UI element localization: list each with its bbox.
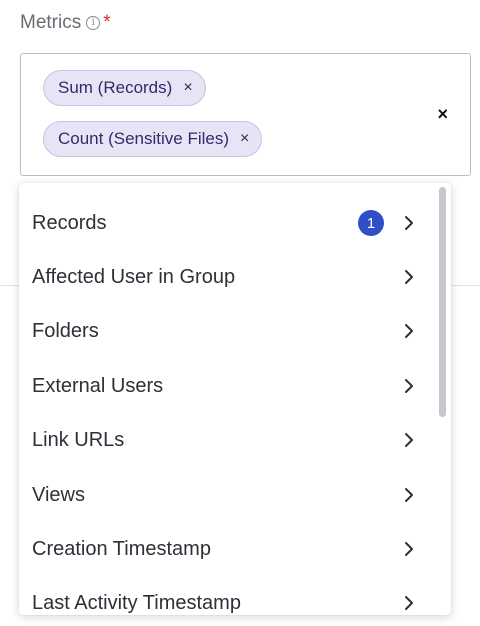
chip-remove-icon[interactable]: × <box>240 130 249 148</box>
chevron-right-icon <box>405 542 413 556</box>
dropdown-option-external-users[interactable]: External Users <box>19 359 434 413</box>
selected-count-badge: 1 <box>358 210 384 236</box>
field-label-text: Metrics <box>20 12 82 33</box>
chevron-right-icon <box>405 216 413 230</box>
chip-label: Count (Sensitive Files) <box>58 129 230 148</box>
required-asterisk: * <box>103 12 111 33</box>
metrics-field-label: Metrics i * <box>20 12 111 34</box>
option-label: Affected User in Group <box>32 265 236 288</box>
chevron-right-icon <box>405 433 413 447</box>
chevron-right-icon <box>405 270 413 284</box>
dropdown-option-views[interactable]: Views <box>19 468 434 522</box>
metrics-multiselect[interactable]: Sum (Records) × Count (Sensitive Files) … <box>20 53 471 176</box>
info-icon[interactable]: i <box>86 16 101 30</box>
metrics-dropdown-menu: Records 1 Affected User in Group Folders… <box>19 183 451 615</box>
selected-chip-count-sensitive-files: Count (Sensitive Files) × <box>43 121 263 157</box>
option-label: Records <box>32 211 107 234</box>
chevron-right-icon <box>405 488 413 502</box>
dropdown-option-folders[interactable]: Folders <box>19 304 434 358</box>
metrics-field-page: Metrics i * Sum (Records) × Count (Sensi… <box>0 0 480 626</box>
chevron-right-icon <box>405 379 413 393</box>
chip-remove-icon[interactable]: × <box>183 79 192 97</box>
dropdown-option-last-activity-timestamp[interactable]: Last Activity Timestamp <box>19 576 434 615</box>
dropdown-scrollbar[interactable] <box>439 187 446 417</box>
dropdown-option-creation-timestamp[interactable]: Creation Timestamp <box>19 522 434 576</box>
dropdown-option-affected-user-in-group[interactable]: Affected User in Group <box>19 250 434 304</box>
option-label: Link URLs <box>32 428 125 451</box>
clear-all-icon[interactable]: × <box>437 104 448 125</box>
option-label: Views <box>32 483 85 506</box>
chevron-right-icon <box>405 596 413 610</box>
option-label: Creation Timestamp <box>32 537 211 560</box>
option-label: Folders <box>32 319 99 342</box>
dropdown-option-link-urls[interactable]: Link URLs <box>19 413 434 467</box>
chevron-right-icon <box>405 324 413 338</box>
chip-label: Sum (Records) <box>58 78 173 97</box>
dropdown-option-records[interactable]: Records 1 <box>19 196 434 250</box>
selected-chip-sum-records: Sum (Records) × <box>43 70 206 106</box>
option-label: External Users <box>32 374 164 397</box>
option-label: Last Activity Timestamp <box>32 591 241 614</box>
